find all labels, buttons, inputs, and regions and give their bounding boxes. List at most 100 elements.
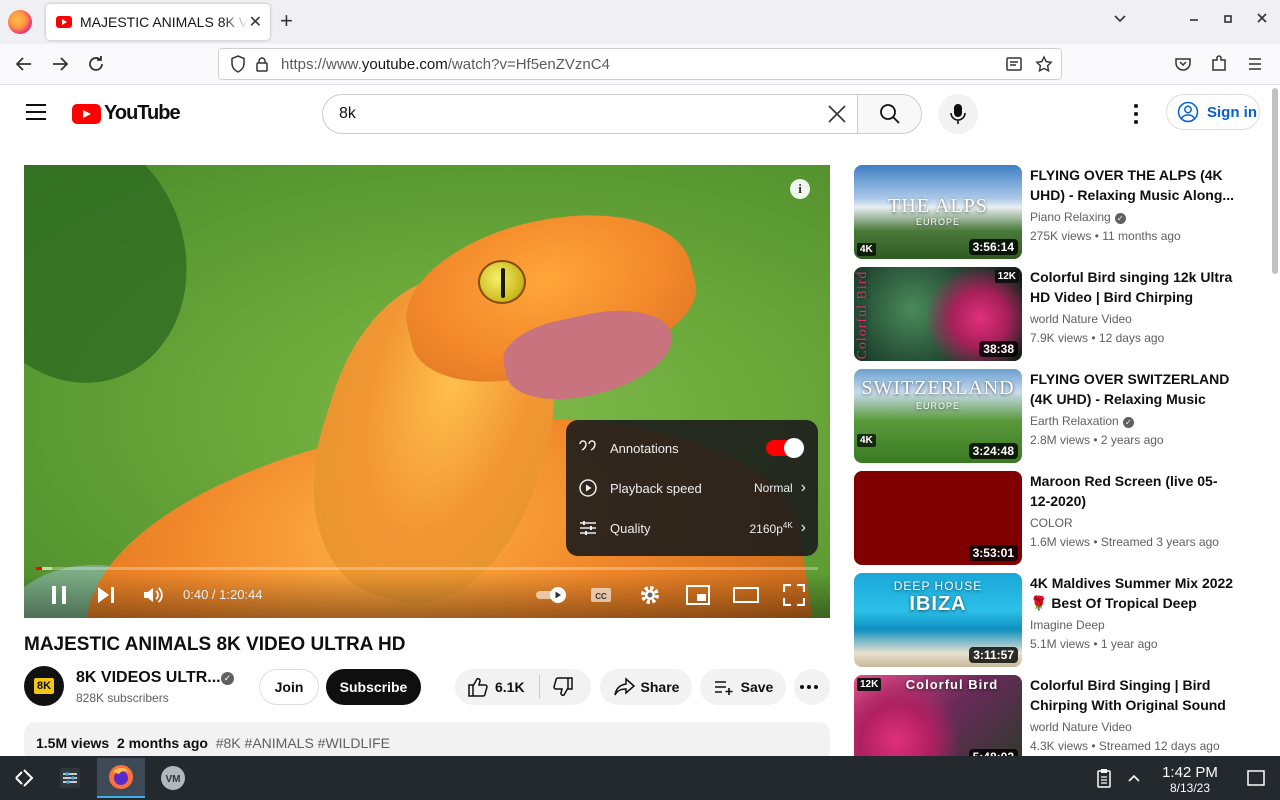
- progress-bar[interactable]: [36, 567, 818, 570]
- youtube-favicon-icon: [56, 16, 72, 28]
- verified-check-icon: ✓: [1114, 213, 1126, 224]
- thumbs-down-icon: [552, 677, 573, 697]
- channel-avatar[interactable]: 8K: [24, 666, 64, 706]
- next-button[interactable]: [92, 581, 120, 609]
- maximize-icon[interactable]: [1222, 10, 1234, 31]
- dislike-button[interactable]: [552, 676, 580, 698]
- microphone-icon: [950, 104, 966, 124]
- recommendation-item[interactable]: SWITZERLAND EUROPE 4K 3:24:48 FLYING OVE…: [854, 369, 1244, 463]
- page-scrollbar[interactable]: [1272, 88, 1278, 274]
- video-player[interactable]: i Annotations Playback speed Normal › Qu…: [24, 165, 830, 618]
- video-thumbnail[interactable]: 3:53:01: [854, 471, 1022, 565]
- minimize-icon[interactable]: [1188, 10, 1200, 31]
- voice-search-button[interactable]: [938, 94, 978, 134]
- recommendation-title[interactable]: Colorful Bird singing 12k Ultra HD Video…: [1030, 267, 1236, 307]
- recommendation-title[interactable]: 4K Maldives Summer Mix 2022 🌹 Best Of Tr…: [1030, 573, 1236, 613]
- video-thumbnail[interactable]: Colorful Bird 12K 38:38: [854, 267, 1022, 361]
- taskbar-clock[interactable]: 1:42 PM 8/13/23: [1150, 764, 1230, 795]
- recommendation-title[interactable]: Maroon Red Screen (live 05-12-2020): [1030, 471, 1236, 511]
- share-button[interactable]: Share: [600, 669, 692, 705]
- autoplay-toggle[interactable]: [534, 581, 570, 609]
- recommendation-item[interactable]: Colorful Bird 12K 38:38 Colorful Bird si…: [854, 267, 1244, 361]
- like-button[interactable]: 6.1K: [467, 676, 525, 698]
- tab-close-icon[interactable]: ✕: [249, 12, 262, 32]
- pocket-icon[interactable]: [1174, 52, 1192, 82]
- browser-tab-active[interactable]: MAJESTIC ANIMALS 8K VIDEO ULTRA HD ✕: [46, 4, 270, 40]
- settings-kebab-icon[interactable]: [1126, 104, 1146, 124]
- video-thumbnail[interactable]: THE ALPS EUROPE 4K 3:56:14: [854, 165, 1022, 259]
- window-close-icon[interactable]: [1255, 10, 1269, 31]
- account-icon: [1177, 101, 1199, 123]
- video-thumbnail[interactable]: DEEP HOUSE IBIZA 3:11:57: [854, 573, 1022, 667]
- recommendation-item[interactable]: 3:53:01 Maroon Red Screen (live 05-12-20…: [854, 471, 1244, 565]
- save-button[interactable]: Save: [700, 669, 786, 705]
- bookmark-star-icon[interactable]: [1035, 55, 1053, 78]
- system-settings-icon[interactable]: [46, 758, 94, 798]
- recommendation-channel: Earth Relaxation ✓: [1030, 414, 1134, 428]
- info-icon[interactable]: i: [790, 179, 810, 199]
- recommendation-item[interactable]: THE ALPS EUROPE 4K 3:56:14 FLYING OVER T…: [854, 165, 1244, 259]
- settings-playback-speed[interactable]: Playback speed Normal ›: [566, 468, 818, 508]
- clear-search-icon[interactable]: [817, 95, 857, 133]
- video-title: MAJESTIC ANIMALS 8K VIDEO ULTRA HD: [24, 634, 406, 655]
- guide-menu-icon[interactable]: [26, 104, 46, 120]
- theater-mode-button[interactable]: [732, 581, 760, 609]
- recommendation-meta: 2.8M views • 2 years ago: [1030, 433, 1164, 447]
- more-horizontal-icon: [800, 685, 818, 689]
- more-actions-button[interactable]: [794, 669, 830, 705]
- app-launcher-icon[interactable]: [0, 758, 48, 798]
- recommendation-item[interactable]: DEEP HOUSE IBIZA 3:11:57 4K Maldives Sum…: [854, 573, 1244, 667]
- miniplayer-button[interactable]: [684, 581, 712, 609]
- firefox-view-icon[interactable]: [8, 10, 32, 34]
- back-icon[interactable]: [14, 52, 34, 82]
- settings-menu: Annotations Playback speed Normal › Qual…: [566, 420, 818, 556]
- chevron-right-icon: ›: [800, 479, 806, 496]
- verified-check-icon: ✓: [221, 672, 234, 685]
- url-bar[interactable]: https://www.youtube.com/watch?v=Hf5enZVz…: [218, 48, 1062, 80]
- recommendation-meta: 1.6M views • Streamed 3 years ago: [1030, 535, 1219, 549]
- new-tab-icon[interactable]: +: [280, 8, 293, 34]
- recommendation-title[interactable]: FLYING OVER SWITZERLAND (4K UHD) - Relax…: [1030, 369, 1236, 409]
- search-input[interactable]: [323, 95, 817, 133]
- show-desktop-icon[interactable]: [1232, 758, 1280, 798]
- url-text: https://www.youtube.com/watch?v=Hf5enZVz…: [281, 55, 610, 73]
- reader-view-icon[interactable]: [1005, 55, 1023, 78]
- search-box: [322, 94, 922, 134]
- settings-button[interactable]: [636, 581, 664, 609]
- video-thumbnail[interactable]: Colorful Bird 12K 5:48:02: [854, 675, 1022, 769]
- recommendation-title[interactable]: Colorful Bird Singing | Bird Chirping Wi…: [1030, 675, 1236, 715]
- settings-annotations[interactable]: Annotations: [566, 428, 818, 468]
- lock-icon[interactable]: [253, 55, 271, 73]
- annotations-toggle[interactable]: [766, 438, 804, 458]
- search-button[interactable]: [857, 95, 921, 133]
- subscribe-button[interactable]: Subscribe: [326, 669, 421, 705]
- volume-button[interactable]: [139, 581, 167, 609]
- miniplayer-icon: [686, 585, 710, 605]
- join-button[interactable]: Join: [259, 669, 319, 705]
- forward-icon[interactable]: [50, 52, 70, 82]
- video-thumbnail[interactable]: SWITZERLAND EUROPE 4K 3:24:48: [854, 369, 1022, 463]
- recommendation-item[interactable]: Colorful Bird 12K 5:48:02 Colorful Bird …: [854, 675, 1244, 769]
- app-menu-icon[interactable]: [1246, 52, 1264, 82]
- firefox-taskbar-icon[interactable]: [97, 758, 145, 798]
- reload-icon[interactable]: [86, 52, 106, 82]
- settings-quality[interactable]: Quality 2160p4K ›: [566, 508, 818, 548]
- recommendation-channel: world Nature Video: [1030, 312, 1132, 326]
- recommendation-title[interactable]: FLYING OVER THE ALPS (4K UHD) - Relaxing…: [1030, 165, 1236, 205]
- progress-played: [36, 567, 43, 570]
- youtube-logo[interactable]: YouTube: [72, 102, 181, 125]
- sign-in-button[interactable]: Sign in: [1166, 94, 1260, 130]
- time-display: 0:40 / 1:20:44: [183, 587, 263, 602]
- fullscreen-button[interactable]: [780, 581, 808, 609]
- add-to-playlist-icon: [714, 681, 733, 695]
- thumbs-up-icon: [468, 677, 488, 697]
- pause-button[interactable]: [45, 581, 73, 609]
- os-taskbar: VM 1:42 PM 8/13/23: [0, 756, 1280, 800]
- subtitles-button[interactable]: CC: [587, 581, 615, 609]
- channel-name[interactable]: 8K VIDEOS ULTR...: [76, 669, 221, 687]
- extensions-icon[interactable]: [1210, 52, 1228, 82]
- vm-app-icon[interactable]: VM: [149, 758, 197, 798]
- list-all-tabs-icon[interactable]: [1112, 10, 1128, 31]
- hashtags[interactable]: #8K #ANIMALS #WILDLIFE: [216, 735, 390, 751]
- shield-icon[interactable]: [229, 55, 247, 73]
